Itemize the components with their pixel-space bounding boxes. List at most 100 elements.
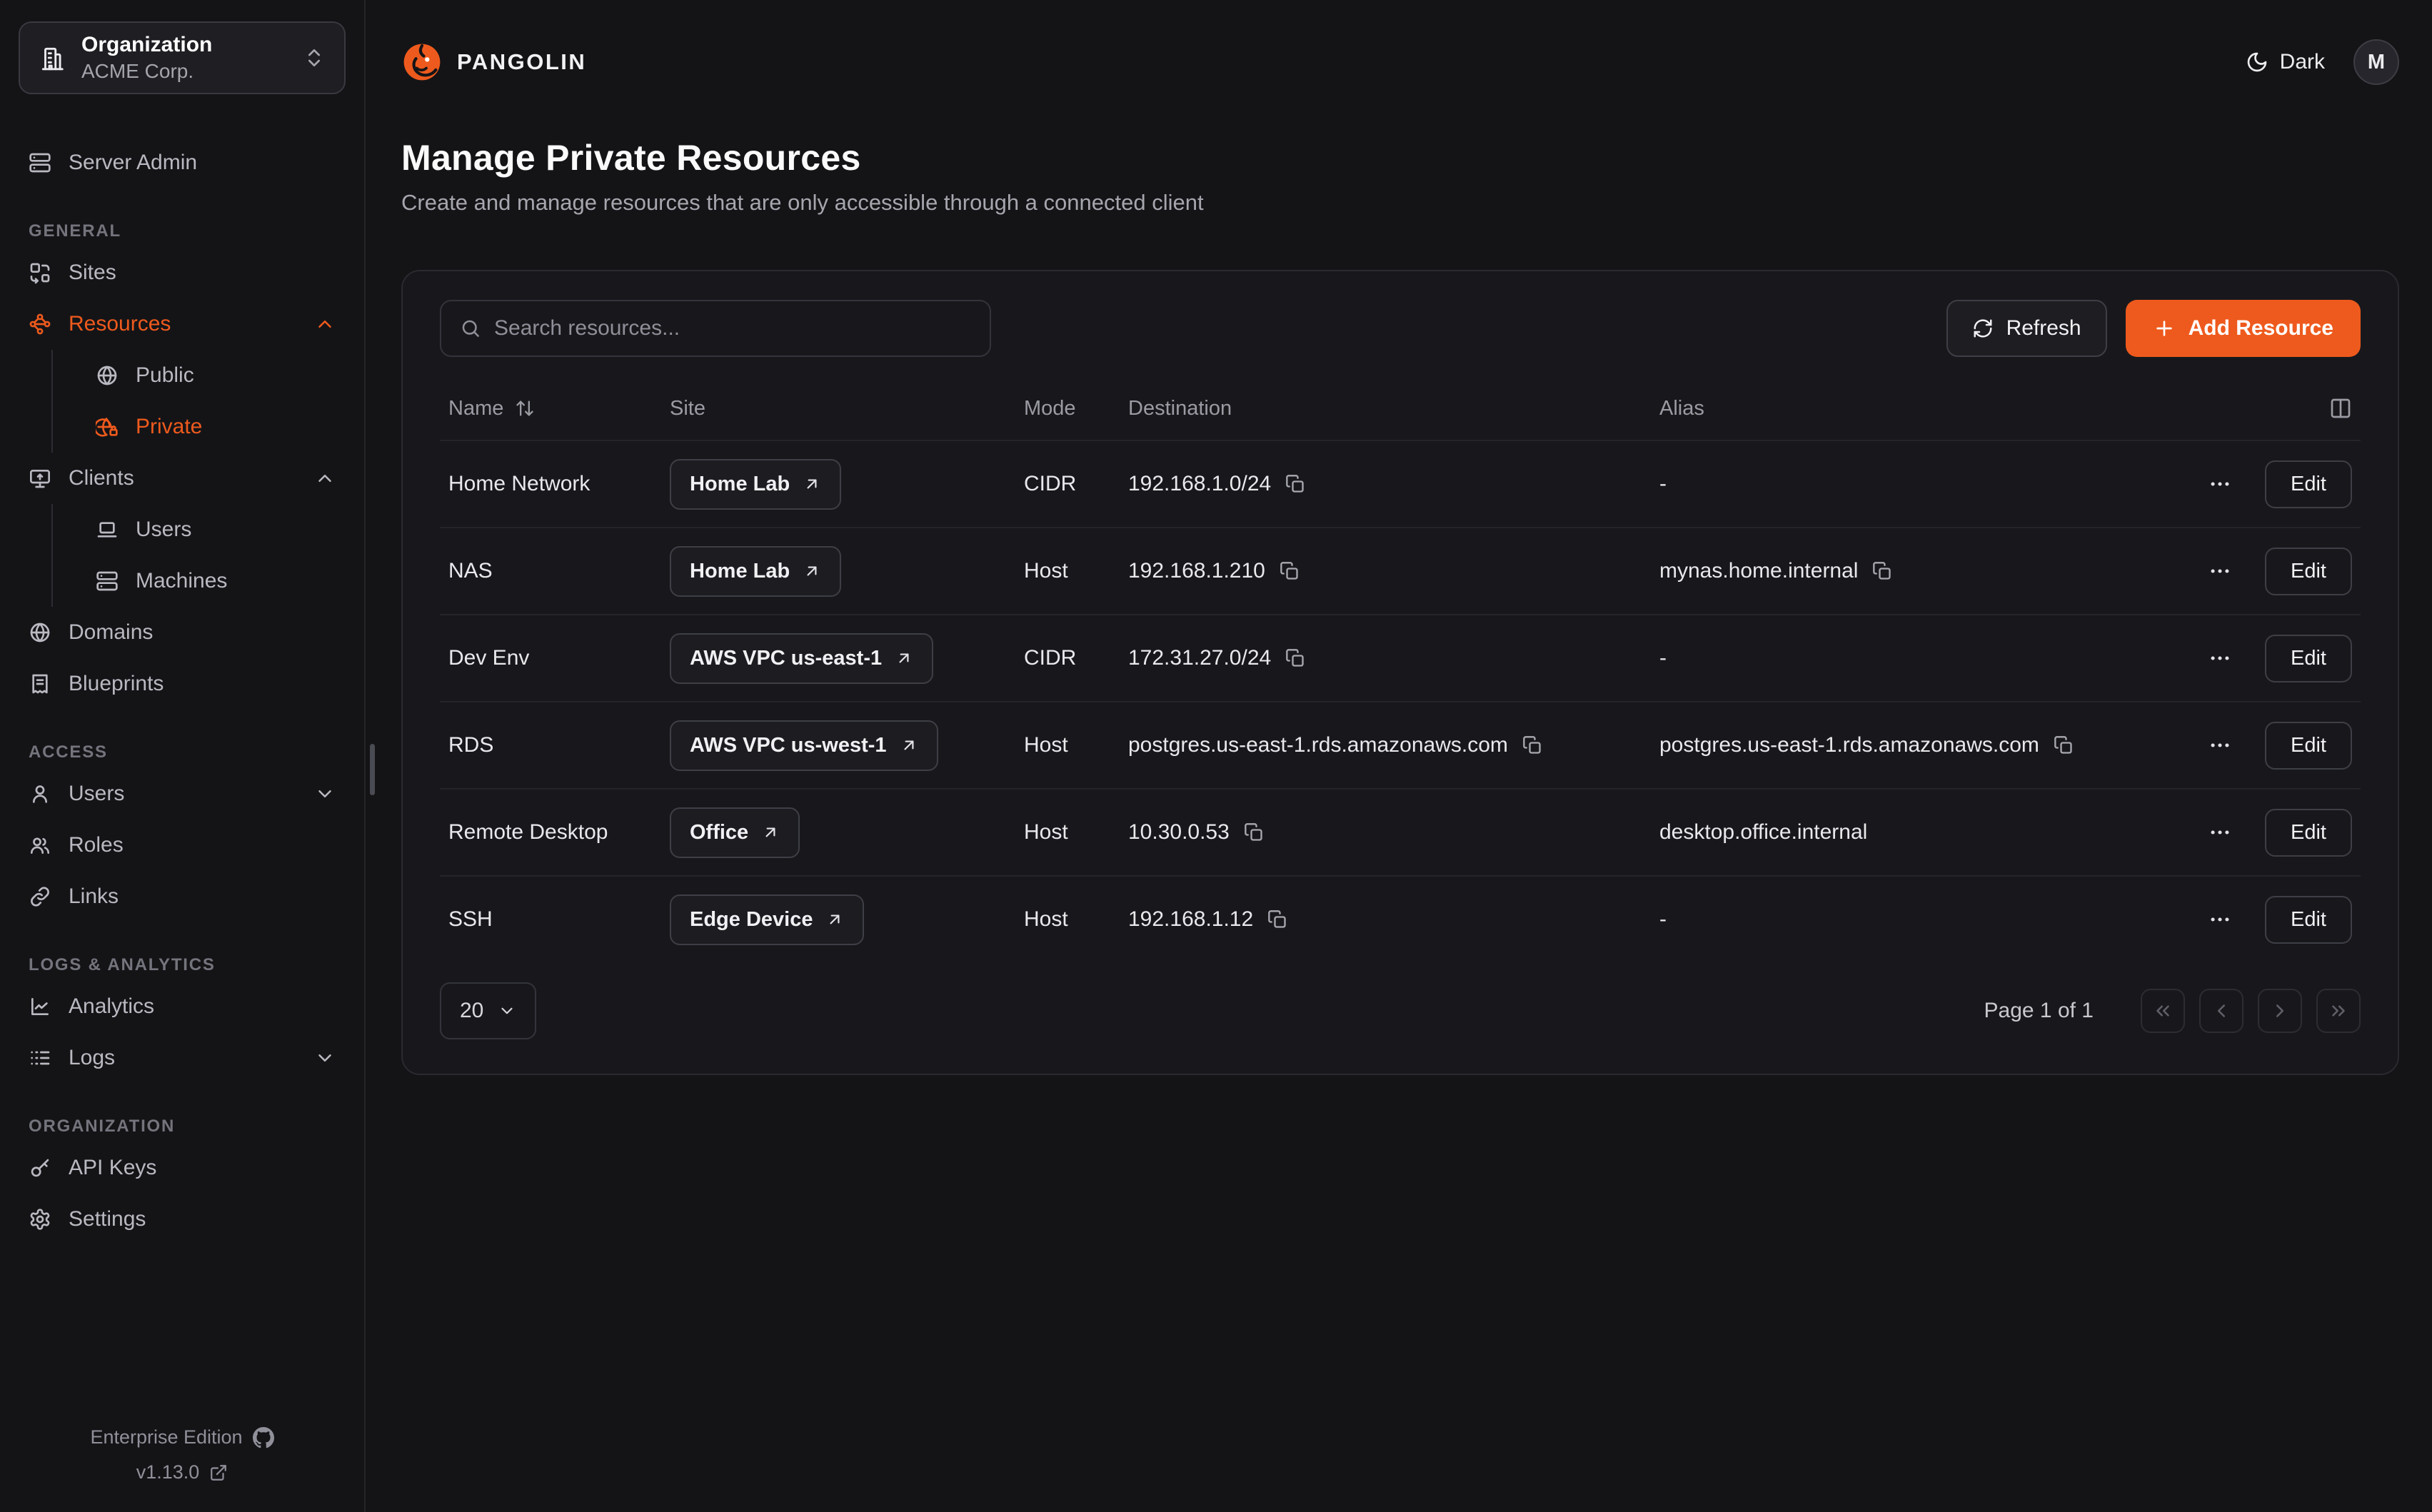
- first-page-button[interactable]: [2141, 989, 2185, 1033]
- sidebar-item-sites[interactable]: Sites: [19, 247, 346, 298]
- site-link[interactable]: Home Lab: [670, 546, 841, 597]
- add-resource-button[interactable]: Add Resource: [2126, 300, 2361, 357]
- sidebar-item-analytics[interactable]: Analytics: [19, 981, 346, 1032]
- page-size-value: 20: [460, 999, 483, 1023]
- chevron-down-icon: [498, 1002, 516, 1020]
- sidebar-footer: Enterprise Edition v1.13.0: [19, 1426, 346, 1483]
- add-resource-label: Add Resource: [2189, 316, 2333, 341]
- sidebar-item-public[interactable]: Public: [86, 350, 346, 401]
- edit-button[interactable]: Edit: [2265, 635, 2352, 682]
- edit-button[interactable]: Edit: [2265, 548, 2352, 595]
- cell-alias: -: [1659, 907, 1667, 932]
- sidebar-item-server-admin[interactable]: Server Admin: [19, 137, 346, 188]
- column-header-mode: Mode: [1024, 397, 1128, 420]
- sidebar-item-logs[interactable]: Logs: [19, 1032, 346, 1084]
- section-label-organization: ORGANIZATION: [29, 1117, 346, 1136]
- card-toolbar: Refresh Add Resource: [440, 300, 2361, 357]
- sidebar-item-blueprints[interactable]: Blueprints: [19, 658, 346, 710]
- avatar[interactable]: M: [2353, 39, 2399, 85]
- page-size-select[interactable]: 20: [440, 982, 536, 1039]
- copy-destination-button[interactable]: [1244, 822, 1264, 842]
- cell-alias: mynas.home.internal: [1659, 559, 1858, 583]
- site-link[interactable]: Edge Device: [670, 894, 864, 945]
- resources-subnav: Public Private: [51, 350, 346, 453]
- copy-alias-button[interactable]: [2054, 735, 2074, 755]
- site-link[interactable]: Home Lab: [670, 459, 841, 510]
- sidebar-item-users[interactable]: Users: [19, 768, 346, 820]
- column-label: Name: [448, 397, 503, 420]
- refresh-button[interactable]: Refresh: [1946, 300, 2107, 357]
- column-header-name[interactable]: Name: [448, 397, 670, 420]
- site-link[interactable]: AWS VPC us-west-1: [670, 720, 938, 771]
- sidebar-item-label: Machines: [136, 569, 227, 593]
- copy-alias-button[interactable]: [1872, 561, 1892, 581]
- cell-mode: CIDR: [1024, 646, 1128, 670]
- cell-alias: desktop.office.internal: [1659, 820, 1867, 845]
- sidebar-item-label: Links: [69, 884, 119, 909]
- sidebar-item-resources[interactable]: Resources: [19, 298, 346, 350]
- previous-page-button[interactable]: [2199, 989, 2243, 1033]
- sidebar-item-label: Blueprints: [69, 672, 164, 696]
- chevron-down-icon: [314, 1047, 336, 1069]
- sidebar-item-private[interactable]: Private: [86, 401, 346, 453]
- copy-destination-button[interactable]: [1267, 909, 1287, 929]
- sidebar-item-machines[interactable]: Machines: [86, 555, 346, 607]
- main-content: PANGOLIN Dark M Manage Private Resources…: [366, 0, 2432, 1512]
- theme-toggle[interactable]: Dark: [2246, 50, 2325, 74]
- last-page-button[interactable]: [2316, 989, 2361, 1033]
- user-icon: [29, 782, 51, 805]
- row-menu-icon[interactable]: [2208, 559, 2232, 583]
- cell-name: Remote Desktop: [448, 820, 670, 845]
- laptop-icon: [96, 518, 119, 541]
- edit-button[interactable]: Edit: [2265, 460, 2352, 508]
- github-icon[interactable]: [253, 1427, 274, 1448]
- sidebar-item-client-users[interactable]: Users: [86, 504, 346, 555]
- copy-icon: [1872, 561, 1892, 581]
- arrow-up-right-icon: [803, 562, 821, 580]
- sidebar-item-clients[interactable]: Clients: [19, 453, 346, 504]
- resources-card: Refresh Add Resource Name Site Mode Dest…: [401, 270, 2399, 1075]
- next-page-button[interactable]: [2258, 989, 2302, 1033]
- server-icon: [96, 570, 119, 593]
- sidebar-scrollbar-thumb[interactable]: [370, 744, 375, 795]
- sidebar-item-settings[interactable]: Settings: [19, 1194, 346, 1245]
- topbar-right: Dark M: [2246, 39, 2399, 85]
- copy-destination-button[interactable]: [1522, 735, 1542, 755]
- row-menu-icon[interactable]: [2208, 907, 2232, 932]
- row-menu-icon[interactable]: [2208, 472, 2232, 496]
- copy-icon: [1280, 561, 1300, 581]
- gear-icon: [29, 1208, 51, 1231]
- org-switcher-value: ACME Corp.: [81, 60, 212, 83]
- sidebar-item-label: Private: [136, 415, 202, 439]
- sidebar-item-api-keys[interactable]: API Keys: [19, 1142, 346, 1194]
- sidebar-item-domains[interactable]: Domains: [19, 607, 346, 658]
- monitor-up-icon: [29, 467, 51, 490]
- row-menu-icon[interactable]: [2208, 820, 2232, 845]
- edit-button[interactable]: Edit: [2265, 809, 2352, 857]
- copy-destination-button[interactable]: [1285, 648, 1305, 668]
- table-row: Dev Env AWS VPC us-east-1 CIDR 172.31.27…: [440, 614, 2361, 701]
- sidebar-item-roles[interactable]: Roles: [19, 820, 346, 871]
- row-menu-icon[interactable]: [2208, 733, 2232, 757]
- sidebar-item-label: Users: [136, 518, 191, 542]
- org-switcher[interactable]: Organization ACME Corp.: [19, 21, 346, 94]
- edit-button[interactable]: Edit: [2265, 722, 2352, 770]
- columns-toggle-icon[interactable]: [2329, 397, 2352, 420]
- sidebar-item-links[interactable]: Links: [19, 871, 346, 922]
- moon-icon: [2246, 51, 2268, 74]
- brand-name: PANGOLIN: [457, 49, 586, 75]
- row-menu-icon[interactable]: [2208, 646, 2232, 670]
- site-link[interactable]: AWS VPC us-east-1: [670, 633, 933, 684]
- search-icon: [460, 318, 481, 339]
- copy-destination-button[interactable]: [1285, 474, 1305, 494]
- external-link-icon[interactable]: [209, 1463, 228, 1482]
- cell-mode: Host: [1024, 907, 1128, 932]
- search-input[interactable]: [494, 316, 971, 341]
- version-label[interactable]: v1.13.0: [136, 1461, 200, 1483]
- page-subtitle: Create and manage resources that are onl…: [401, 190, 2399, 216]
- copy-destination-button[interactable]: [1280, 561, 1300, 581]
- site-link[interactable]: Office: [670, 807, 800, 858]
- edit-button[interactable]: Edit: [2265, 896, 2352, 944]
- site-link-label: Home Lab: [690, 560, 790, 583]
- copy-icon: [1285, 474, 1305, 494]
